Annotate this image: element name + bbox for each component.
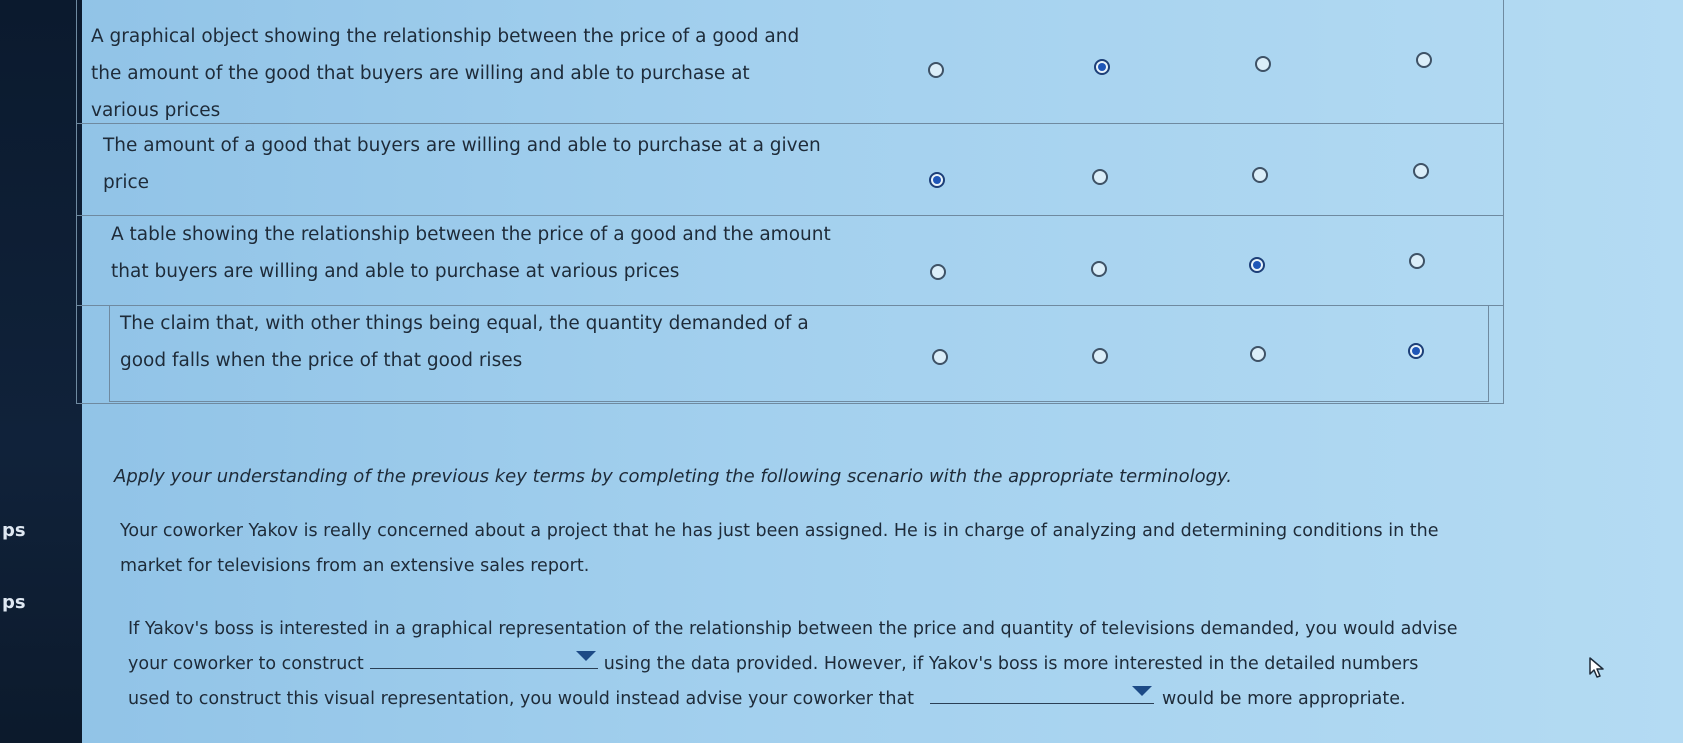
- radio-button-icon[interactable]: [1094, 59, 1110, 75]
- dropdown-arrow-icon: [575, 651, 596, 661]
- table-row: A table showing the relationship between…: [77, 215, 1503, 306]
- table-row: A graphical object showing the relations…: [77, 0, 1503, 124]
- radio-button-icon[interactable]: [1416, 52, 1432, 68]
- table-row: The claim that, with other things being …: [109, 305, 1489, 402]
- row-description: A graphical object showing the relations…: [91, 26, 800, 121]
- terminology-dropdown-1[interactable]: [369, 648, 598, 669]
- key-terms-table: A graphical object showing the relations…: [76, 0, 1504, 404]
- sidebar-label: ps: [2, 520, 26, 541]
- left-sidebar: ps ps: [0, 0, 82, 743]
- question-paragraph: If Yakov's boss is interested in a graph…: [128, 612, 1458, 717]
- sidebar-label: ps: [2, 592, 26, 613]
- radio-button-icon[interactable]: [928, 62, 944, 78]
- radio-button-icon[interactable]: [1252, 167, 1268, 183]
- radio-button-icon[interactable]: [1413, 163, 1429, 179]
- dropdown-arrow-icon: [1132, 686, 1153, 696]
- row-description: The claim that, with other things being …: [120, 313, 809, 371]
- terminology-dropdown-2[interactable]: [930, 683, 1155, 704]
- row-description: A table showing the relationship between…: [111, 224, 831, 282]
- radio-button-icon[interactable]: [1092, 348, 1108, 364]
- mouse-cursor-icon: [1589, 657, 1604, 678]
- question-line-3: used to construct this visual representa…: [128, 682, 1458, 717]
- instructions-text: Apply your understanding of the previous…: [114, 466, 1233, 487]
- radio-button-icon[interactable]: [1409, 253, 1425, 269]
- radio-button-icon[interactable]: [932, 349, 948, 365]
- radio-button-icon[interactable]: [1250, 346, 1266, 362]
- radio-button-icon[interactable]: [930, 264, 946, 280]
- question-line-2: your coworker to construct using the data…: [128, 647, 1458, 682]
- table-row: The amount of a good that buyers are wil…: [77, 123, 1503, 216]
- radio-button-icon[interactable]: [1092, 169, 1108, 185]
- row-description: The amount of a good that buyers are wil…: [103, 135, 821, 193]
- radio-button-icon[interactable]: [1408, 343, 1424, 359]
- radio-button-icon[interactable]: [1249, 257, 1265, 273]
- radio-button-icon[interactable]: [929, 172, 945, 188]
- radio-button-icon[interactable]: [1091, 261, 1107, 277]
- scenario-paragraph: Your coworker Yakov is really concerned …: [120, 521, 1439, 576]
- radio-button-icon[interactable]: [1255, 56, 1271, 72]
